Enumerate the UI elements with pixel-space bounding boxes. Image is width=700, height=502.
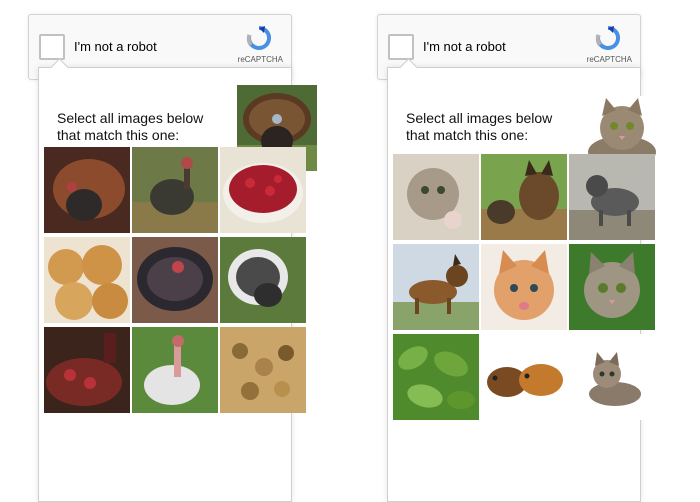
not-robot-label: I'm not a robot xyxy=(74,39,157,54)
grid-tile-dog[interactable] xyxy=(393,244,479,330)
grid-tile-bread-rolls[interactable] xyxy=(44,237,130,323)
recaptcha-widget-turkey: I'm not a robot reCAPTCHA Select all ima… xyxy=(28,14,317,502)
recaptcha-brand-text: reCAPTCHA xyxy=(586,55,632,64)
grid-tile-cat[interactable] xyxy=(481,244,567,330)
grid-tile-turkey[interactable] xyxy=(44,147,130,233)
grid-tile-stuffing[interactable] xyxy=(220,327,306,413)
grid-tile-cat-outdoors[interactable] xyxy=(569,154,655,240)
grid-tile-leaves[interactable] xyxy=(393,334,479,420)
grid-tile-turkey[interactable] xyxy=(220,237,306,323)
grid-tile-cat[interactable] xyxy=(569,244,655,330)
grid-tile-cranberry-stuffing[interactable] xyxy=(44,327,130,413)
grid-tile-dogs[interactable] xyxy=(481,154,567,240)
recaptcha-brand-text: reCAPTCHA xyxy=(237,55,283,64)
not-robot-checkbox[interactable] xyxy=(39,34,65,60)
grid-tile-cranberry-sauce[interactable] xyxy=(220,147,306,233)
grid-tile-turkey[interactable] xyxy=(132,237,218,323)
recaptcha-widget-cat: I'm not a robot reCAPTCHA Select all ima… xyxy=(377,14,656,502)
grid-tile-guinea-pigs[interactable] xyxy=(481,334,567,420)
grid-tile-cat[interactable] xyxy=(569,334,655,420)
not-robot-checkbox[interactable] xyxy=(388,34,414,60)
challenge-instruction: Select all images below that match this … xyxy=(406,110,553,143)
recaptcha-logo-icon xyxy=(246,25,272,50)
not-robot-label: I'm not a robot xyxy=(423,39,506,54)
grid-tile-turkey[interactable] xyxy=(132,327,218,413)
grid-tile-turkey[interactable] xyxy=(132,147,218,233)
grid-tile-cat[interactable] xyxy=(393,154,479,240)
challenge-instruction: Select all images below that match this … xyxy=(57,110,204,143)
recaptcha-logo-icon xyxy=(595,25,621,50)
